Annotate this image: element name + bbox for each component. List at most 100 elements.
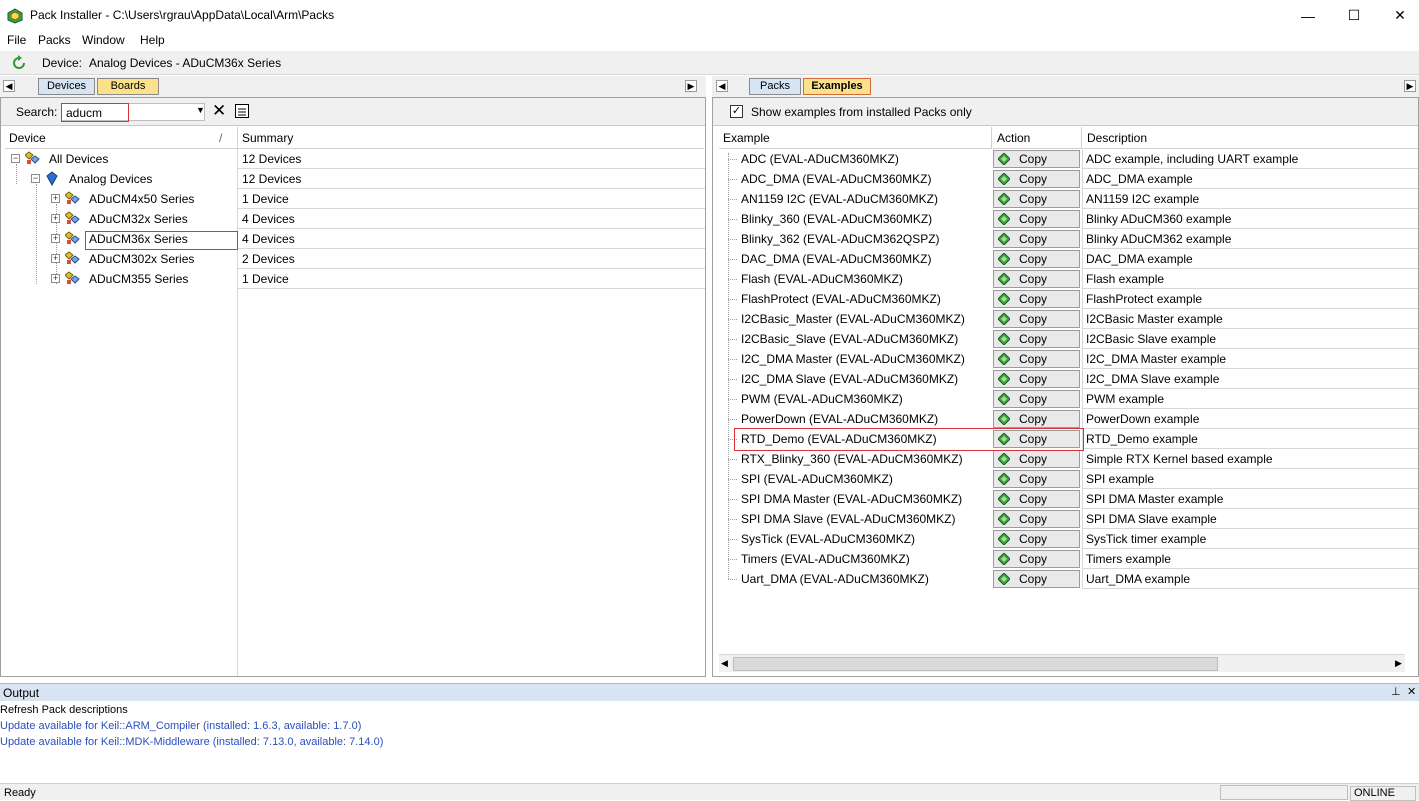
- example-description: I2C_DMA Slave example: [1086, 372, 1220, 386]
- refresh-icon[interactable]: [11, 55, 27, 71]
- horizontal-scrollbar[interactable]: ◀ ▶: [719, 654, 1405, 672]
- copy-button[interactable]: Copy: [993, 270, 1080, 288]
- copy-button[interactable]: Copy: [993, 450, 1080, 468]
- menu-help[interactable]: Help: [140, 33, 165, 47]
- maximize-button[interactable]: ☐: [1331, 0, 1377, 31]
- example-description: SPI DMA Slave example: [1086, 512, 1217, 526]
- copy-button[interactable]: Copy: [993, 150, 1080, 168]
- copy-button[interactable]: Copy: [993, 290, 1080, 308]
- show-installed-checkbox[interactable]: ✓: [730, 105, 743, 118]
- tab-packs[interactable]: Packs: [749, 78, 801, 95]
- example-row[interactable]: ADC (EVAL-ADuCM360MKZ) Copy ADC example, i…: [713, 149, 1418, 169]
- copy-button[interactable]: Copy: [993, 350, 1080, 368]
- collapse-icon[interactable]: −: [11, 154, 20, 163]
- example-row[interactable]: Blinky_360 (EVAL-ADuCM360MKZ) Copy Blinky …: [713, 209, 1418, 229]
- expand-icon[interactable]: +: [51, 274, 60, 283]
- minimize-button[interactable]: —: [1285, 0, 1331, 31]
- example-name: PWM (EVAL-ADuCM360MKZ): [741, 392, 903, 406]
- example-row[interactable]: DAC_DMA (EVAL-ADuCM360MKZ) Copy DAC_DMA ex…: [713, 249, 1418, 269]
- tab-devices[interactable]: Devices: [38, 78, 95, 95]
- tree-row[interactable]: − Analog Devices 12 Devices: [1, 169, 705, 189]
- menu-packs[interactable]: Packs: [38, 33, 71, 47]
- tab-scroll-right-icon[interactable]: ▶: [1404, 80, 1416, 92]
- tab-scroll-left-icon[interactable]: ◀: [3, 80, 15, 92]
- example-row[interactable]: FlashProtect (EVAL-ADuCM360MKZ) Copy Flash…: [713, 289, 1418, 309]
- example-row[interactable]: SysTick (EVAL-ADuCM360MKZ) Copy SysTick ti…: [713, 529, 1418, 549]
- scroll-right-icon[interactable]: ▶: [1395, 658, 1402, 669]
- example-name: Timers (EVAL-ADuCM360MKZ): [741, 552, 910, 566]
- example-row[interactable]: Uart_DMA (EVAL-ADuCM360MKZ) Copy Uart_DMA …: [713, 569, 1418, 589]
- scroll-left-icon[interactable]: ◀: [721, 658, 728, 669]
- status-panel: [1220, 785, 1348, 800]
- example-name: PowerDown (EVAL-ADuCM360MKZ): [741, 412, 939, 426]
- tree-row[interactable]: + ADuCM355 Series 1 Device: [1, 269, 705, 289]
- copy-button[interactable]: Copy: [993, 190, 1080, 208]
- copy-button[interactable]: Copy: [993, 530, 1080, 548]
- expand-icon[interactable]: +: [51, 234, 60, 243]
- expand-icon[interactable]: +: [51, 214, 60, 223]
- expand-icon[interactable]: +: [51, 254, 60, 263]
- column-action[interactable]: Action: [993, 127, 1082, 149]
- copy-button[interactable]: Copy: [993, 370, 1080, 388]
- example-row[interactable]: I2C_DMA Slave (EVAL-ADuCM360MKZ) Copy I2C_…: [713, 369, 1418, 389]
- copy-button[interactable]: Copy: [993, 390, 1080, 408]
- copy-button[interactable]: Copy: [993, 170, 1080, 188]
- column-example[interactable]: Example: [719, 127, 992, 149]
- tab-scroll-right-icon[interactable]: ▶: [685, 80, 697, 92]
- tree-row[interactable]: + ADuCM302x Series 2 Devices: [1, 249, 705, 269]
- expand-icon[interactable]: +: [51, 194, 60, 203]
- column-device[interactable]: Device /: [5, 127, 238, 149]
- copy-button[interactable]: Copy: [993, 470, 1080, 488]
- example-row[interactable]: Flash (EVAL-ADuCM360MKZ) Copy Flash exampl…: [713, 269, 1418, 289]
- clear-search-icon[interactable]: ✕: [212, 101, 226, 121]
- tab-boards[interactable]: Boards: [97, 78, 159, 95]
- scrollbar-thumb[interactable]: [733, 657, 1218, 671]
- tree-row[interactable]: + ADuCM32x Series 4 Devices: [1, 209, 705, 229]
- copy-button[interactable]: Copy: [993, 570, 1080, 588]
- tab-scroll-left-icon[interactable]: ◀: [716, 80, 728, 92]
- copy-label: Copy: [1019, 492, 1048, 506]
- copy-button[interactable]: Copy: [993, 510, 1080, 528]
- menu-file[interactable]: File: [7, 33, 26, 47]
- menu-window[interactable]: Window: [82, 33, 125, 47]
- cell-divider: [1082, 489, 1083, 509]
- copy-button[interactable]: Copy: [993, 310, 1080, 328]
- chevron-down-icon[interactable]: ▼: [196, 105, 205, 115]
- device-family-icon: [65, 191, 80, 204]
- pin-icon[interactable]: ⊥: [1391, 685, 1401, 698]
- copy-button[interactable]: Copy: [993, 250, 1080, 268]
- collapse-icon[interactable]: −: [31, 174, 40, 183]
- column-description[interactable]: Description: [1083, 127, 1418, 149]
- example-row[interactable]: ADC_DMA (EVAL-ADuCM360MKZ) Copy ADC_DMA ex…: [713, 169, 1418, 189]
- tree-row[interactable]: + ADuCM4x50 Series 1 Device: [1, 189, 705, 209]
- example-row[interactable]: RTX_Blinky_360 (EVAL-ADuCM360MKZ) Copy Sim…: [713, 449, 1418, 469]
- example-row[interactable]: Timers (EVAL-ADuCM360MKZ) Copy Timers exam…: [713, 549, 1418, 569]
- close-output-icon[interactable]: ✕: [1407, 685, 1416, 698]
- copy-gem-icon: [998, 413, 1010, 425]
- example-row[interactable]: AN1159 I2C (EVAL-ADuCM360MKZ) Copy AN1159 …: [713, 189, 1418, 209]
- copy-gem-icon: [998, 473, 1010, 485]
- column-summary[interactable]: Summary: [238, 127, 704, 149]
- copy-button[interactable]: Copy: [993, 330, 1080, 348]
- copy-button[interactable]: Copy: [993, 230, 1080, 248]
- example-row[interactable]: SPI DMA Slave (EVAL-ADuCM360MKZ) Copy SPI …: [713, 509, 1418, 529]
- copy-button[interactable]: Copy: [993, 490, 1080, 508]
- example-row[interactable]: I2CBasic_Slave (EVAL-ADuCM360MKZ) Copy I2C…: [713, 329, 1418, 349]
- example-row[interactable]: I2CBasic_Master (EVAL-ADuCM360MKZ) Copy I2…: [713, 309, 1418, 329]
- example-row[interactable]: I2C_DMA Master (EVAL-ADuCM360MKZ) Copy I2C…: [713, 349, 1418, 369]
- copy-button[interactable]: Copy: [993, 550, 1080, 568]
- tree-summary: 12 Devices: [242, 152, 302, 166]
- copy-button[interactable]: Copy: [993, 410, 1080, 428]
- example-row[interactable]: Blinky_362 (EVAL-ADuCM362QSPZ) Copy Blinky…: [713, 229, 1418, 249]
- close-window-button[interactable]: ✕: [1377, 0, 1419, 31]
- tree-line: [728, 359, 737, 360]
- collapse-all-icon[interactable]: [234, 103, 250, 119]
- example-row[interactable]: PWM (EVAL-ADuCM360MKZ) Copy PWM example: [713, 389, 1418, 409]
- tree-row[interactable]: − All Devices 12 Devices: [1, 149, 705, 169]
- example-row[interactable]: SPI DMA Master (EVAL-ADuCM360MKZ) Copy SPI…: [713, 489, 1418, 509]
- example-row[interactable]: PowerDown (EVAL-ADuCM360MKZ) Copy PowerDow…: [713, 409, 1418, 429]
- tab-examples[interactable]: Examples: [803, 78, 871, 95]
- example-description: ADC_DMA example: [1086, 172, 1193, 186]
- example-row[interactable]: SPI (EVAL-ADuCM360MKZ) Copy SPI example: [713, 469, 1418, 489]
- copy-button[interactable]: Copy: [993, 210, 1080, 228]
